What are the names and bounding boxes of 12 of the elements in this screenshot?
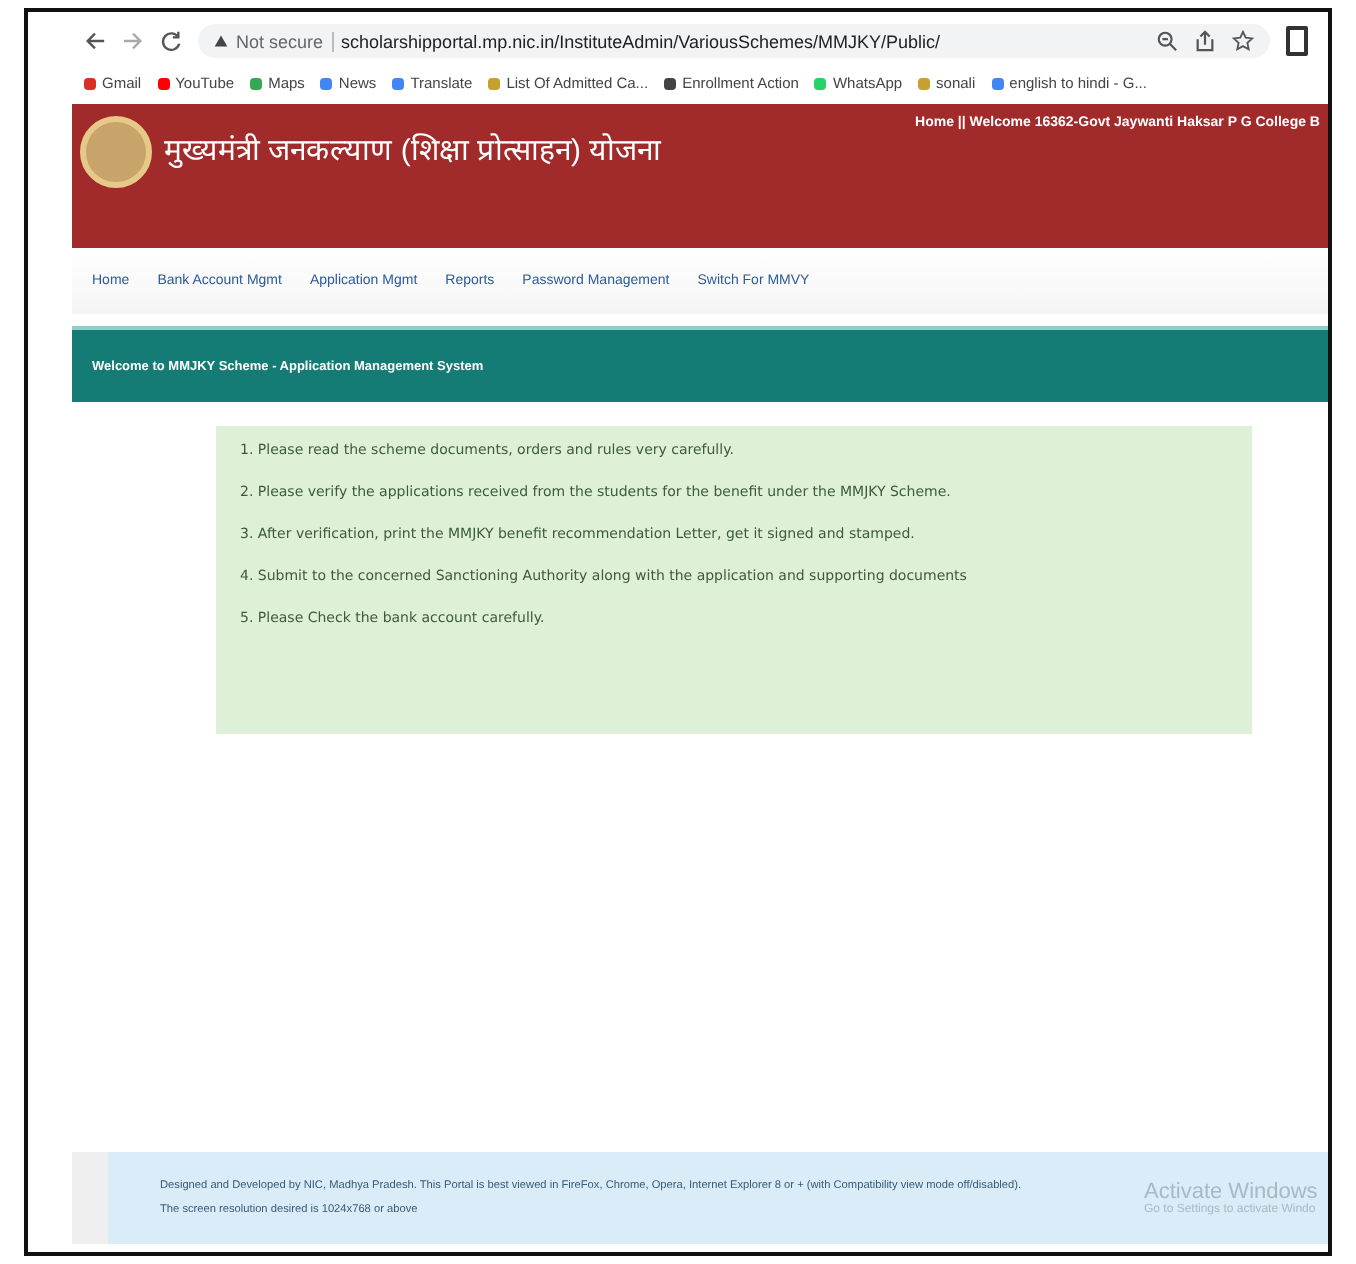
emblem-icon bbox=[80, 116, 152, 188]
side-panel-icon[interactable] bbox=[1286, 26, 1308, 56]
star-icon[interactable] bbox=[1232, 30, 1254, 52]
warning-icon bbox=[214, 34, 228, 48]
zoom-icon[interactable] bbox=[1156, 30, 1178, 52]
share-icon[interactable] bbox=[1194, 30, 1216, 52]
back-icon[interactable] bbox=[84, 30, 106, 52]
address-bar[interactable]: Not secure scholarshipportal.mp.nic.in/InstituteAdmin/VariousSchemes/MMJKY/Public/ bbox=[198, 24, 1270, 58]
url-text: scholarshipportal.mp.nic.in/InstituteAdmin/VariousSchemes/MMJKY/Public/ bbox=[341, 31, 940, 51]
site-title: मुख्यमंत्री जनकल्याण (शिक्षा प्रोत्साहन) योजना bbox=[164, 131, 662, 168]
reload-icon[interactable] bbox=[160, 30, 182, 52]
security-label: Not secure bbox=[236, 31, 334, 51]
